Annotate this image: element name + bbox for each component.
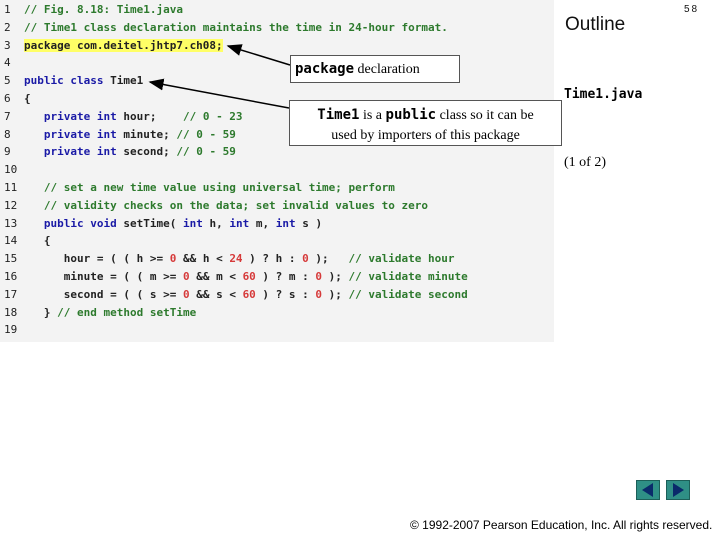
- triangle-right-icon: [673, 483, 684, 497]
- next-slide-button[interactable]: [666, 480, 690, 500]
- callout-text: declaration: [354, 62, 420, 77]
- slide-number: 58: [684, 4, 700, 15]
- page-indicator: (1 of 2): [564, 155, 606, 170]
- triangle-left-icon: [642, 483, 653, 497]
- copyright-text: © 1992-2007 Pearson Education, Inc. All …: [410, 518, 713, 532]
- callout-line-2: used by importers of this package: [331, 128, 520, 143]
- callout-keyword: package: [295, 61, 355, 77]
- class-arrow: [148, 78, 290, 109]
- callout-line-1: Time1 is a public class so it can be: [290, 105, 561, 126]
- previous-slide-button[interactable]: [636, 480, 660, 500]
- class-callout: Time1 is a public class so it can be use…: [289, 100, 562, 146]
- callout-keyword: public: [385, 107, 437, 123]
- package-arrow: [226, 44, 291, 66]
- outline-heading: Outline: [565, 14, 626, 35]
- callout-text: is a: [359, 108, 386, 123]
- package-callout: package declaration: [290, 55, 460, 83]
- callout-classname: Time1: [317, 107, 360, 123]
- file-title: Time1.java: [564, 87, 643, 102]
- callout-text: class so it can be: [436, 108, 534, 123]
